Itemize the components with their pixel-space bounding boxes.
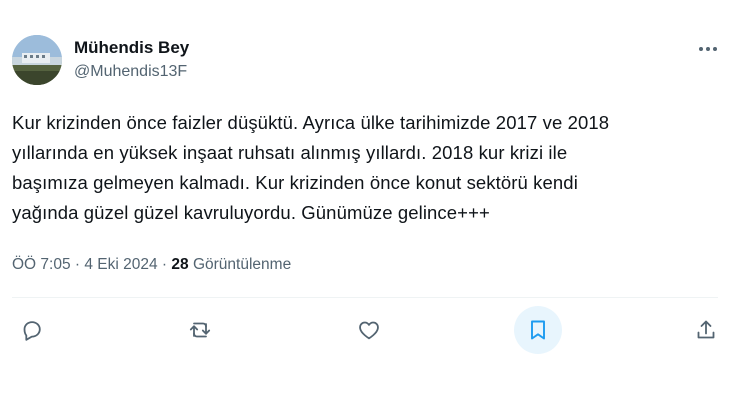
retweet-button[interactable] <box>176 306 224 354</box>
tweet-time[interactable]: ÖÖ 7:05 <box>12 256 71 273</box>
bookmark-icon <box>531 320 545 340</box>
divider <box>12 297 718 298</box>
author-names: Mühendis Bey @Muhendis13F <box>74 37 189 83</box>
heart-icon <box>359 321 379 340</box>
tweet-text-line: Kur krizinden önce faizler düşüktü. Ayrı… <box>12 112 610 133</box>
bookmark-button[interactable] <box>514 306 562 354</box>
reply-icon <box>23 321 41 341</box>
more-options-button[interactable] <box>694 37 722 61</box>
tweet-text-line: yağında güzel güzel kavruluyordu. Günümü… <box>12 202 490 223</box>
meta-separator: · <box>70 256 85 273</box>
tweet-header: Mühendis Bey @Muhendis13F <box>12 35 730 91</box>
retweet-icon <box>189 322 211 338</box>
views-count[interactable]: 28 <box>171 256 188 273</box>
action-bar <box>0 306 730 354</box>
reply-button[interactable] <box>8 306 56 354</box>
views-label[interactable]: Görüntülenme <box>189 256 291 273</box>
tweet-text-line: başımıza gelmeyen kalmadı. Kur krizinden… <box>12 172 578 193</box>
more-dots-icon <box>699 47 717 51</box>
author-handle[interactable]: @Muhendis13F <box>74 61 189 83</box>
share-icon <box>697 320 715 339</box>
tweet-date[interactable]: 4 Eki 2024 <box>84 256 157 273</box>
meta-separator: · <box>157 256 172 273</box>
tweet-meta: ÖÖ 7:05 · 4 Eki 2024 · 28 Görüntülenme <box>12 254 291 276</box>
tweet-text-line: yıllarında en yüksek inşaat ruhsatı alın… <box>12 142 568 163</box>
tweet-card: Mühendis Bey @Muhendis13F Kur krizinden … <box>0 0 730 420</box>
like-button[interactable] <box>345 306 393 354</box>
avatar[interactable] <box>12 35 62 85</box>
share-button[interactable] <box>682 306 730 354</box>
author-display-name[interactable]: Mühendis Bey <box>74 37 189 59</box>
tweet-text: Kur krizinden önce faizler düşüktü. Ayrı… <box>12 108 712 228</box>
